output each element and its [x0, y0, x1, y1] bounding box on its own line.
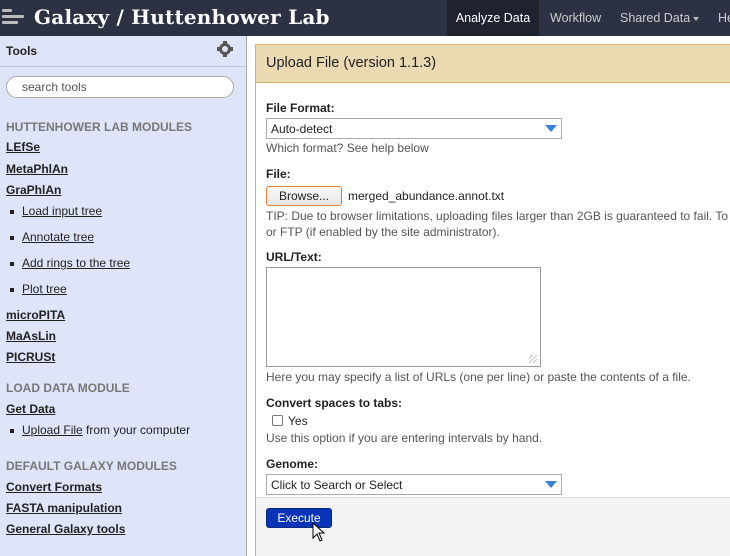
tool-plot-tree[interactable]: Plot tree — [22, 282, 67, 296]
list-item: Upload File from your computer — [10, 423, 190, 437]
section-default-galaxy-modules: DEFAULT GALAXY MODULES — [6, 459, 177, 473]
tool-general-galaxy-tools[interactable]: General Galaxy tools — [6, 522, 125, 536]
convert-spaces-help: Use this option if you are entering inte… — [266, 431, 543, 445]
nav-help[interactable]: He — [718, 0, 730, 36]
tool-panel-header: Tools — [0, 36, 246, 67]
tool-picrust[interactable]: PICRUSt — [6, 350, 55, 364]
list-item: Annotate tree — [10, 230, 94, 244]
convert-spaces-label: Convert spaces to tabs: — [266, 396, 403, 410]
tool-micropita[interactable]: microPITA — [6, 308, 65, 322]
tool-add-rings[interactable]: Add rings to the tree — [22, 256, 130, 270]
tool-metaphlan[interactable]: MetaPhlAn — [6, 162, 68, 176]
genome-value: Click to Search or Select — [271, 478, 403, 492]
convert-spaces-checkbox[interactable] — [272, 415, 283, 426]
file-format-value: Auto-detect — [271, 122, 333, 136]
genome-label: Genome: — [266, 457, 319, 471]
masthead: Galaxy / Huttenhower Lab Analyze Data Wo… — [0, 0, 730, 36]
upload-file-suffix: from your computer — [82, 423, 191, 437]
nav-workflow[interactable]: Workflow — [550, 0, 601, 36]
brand-title[interactable]: Galaxy / Huttenhower Lab — [34, 5, 330, 29]
url-text-help: Here you may specify a list of URLs (one… — [266, 370, 691, 384]
tool-get-data[interactable]: Get Data — [6, 402, 55, 416]
center-panel: Upload File (version 1.1.3) File Format:… — [247, 36, 730, 556]
convert-spaces-yes-label[interactable]: Yes — [288, 414, 308, 428]
tool-annotate-tree[interactable]: Annotate tree — [22, 230, 94, 244]
file-tip-line-1: TIP: Due to browser limitations, uploadi… — [266, 209, 729, 223]
browse-button[interactable]: Browse... — [266, 186, 342, 206]
galaxy-logo-icon — [2, 9, 26, 27]
tool-panel-title: Tools — [6, 44, 38, 58]
file-format-select[interactable]: Auto-detect — [266, 118, 562, 139]
nav-analyze-data[interactable]: Analyze Data — [447, 0, 539, 36]
upload-form: Upload File (version 1.1.3) File Format:… — [255, 44, 730, 556]
url-text-label: URL/Text: — [266, 250, 322, 264]
file-tip-line-2: or FTP (if enabled by the site administr… — [266, 225, 500, 239]
tool-load-input-tree[interactable]: Load input tree — [22, 204, 102, 218]
chevron-down-icon — [693, 16, 700, 21]
tool-graphlan[interactable]: GraPhlAn — [6, 183, 61, 197]
tool-maaslin[interactable]: MaAsLin — [6, 329, 56, 343]
form-header: Upload File (version 1.1.3) — [256, 45, 730, 83]
bullet-icon — [10, 287, 14, 292]
resize-grip-icon[interactable] — [529, 355, 537, 363]
search-tools-input[interactable] — [6, 76, 234, 98]
form-title: Upload File (version 1.1.3) — [266, 55, 437, 71]
form-footer: Execute — [256, 497, 730, 556]
list-item: Plot tree — [10, 282, 67, 296]
nav-shared-data-label: Shared Data — [620, 11, 691, 25]
list-item: Add rings to the tree — [10, 256, 130, 270]
dropdown-arrow-icon — [545, 481, 557, 488]
gear-icon[interactable] — [217, 41, 233, 57]
bullet-icon — [10, 235, 14, 240]
mouse-cursor-icon — [312, 522, 326, 542]
tool-panel: Tools HUTTENHOWER LAB MODULES LEfSe Meta… — [0, 36, 247, 556]
file-format-help: Which format? See help below — [266, 141, 429, 155]
selected-file-name: merged_abundance.annot.txt — [348, 189, 505, 203]
tool-upload-file[interactable]: Upload File — [22, 423, 83, 437]
url-text-textarea[interactable] — [266, 267, 541, 367]
bullet-icon — [10, 209, 14, 214]
tool-lefse[interactable]: LEfSe — [6, 140, 40, 154]
dropdown-arrow-icon — [545, 125, 557, 132]
tool-convert-formats[interactable]: Convert Formats — [6, 480, 102, 494]
tool-fasta-manipulation[interactable]: FASTA manipulation — [6, 501, 122, 515]
file-label: File: — [266, 167, 291, 181]
list-item: Load input tree — [10, 204, 102, 218]
bullet-icon — [10, 261, 14, 266]
file-format-label: File Format: — [266, 101, 335, 115]
section-load-data-module: LOAD DATA MODULE — [6, 381, 130, 395]
genome-select[interactable]: Click to Search or Select — [266, 474, 562, 495]
bullet-icon — [10, 428, 14, 433]
nav-shared-data[interactable]: Shared Data — [620, 0, 700, 36]
section-huttenhower-lab-modules: HUTTENHOWER LAB MODULES — [6, 120, 192, 134]
